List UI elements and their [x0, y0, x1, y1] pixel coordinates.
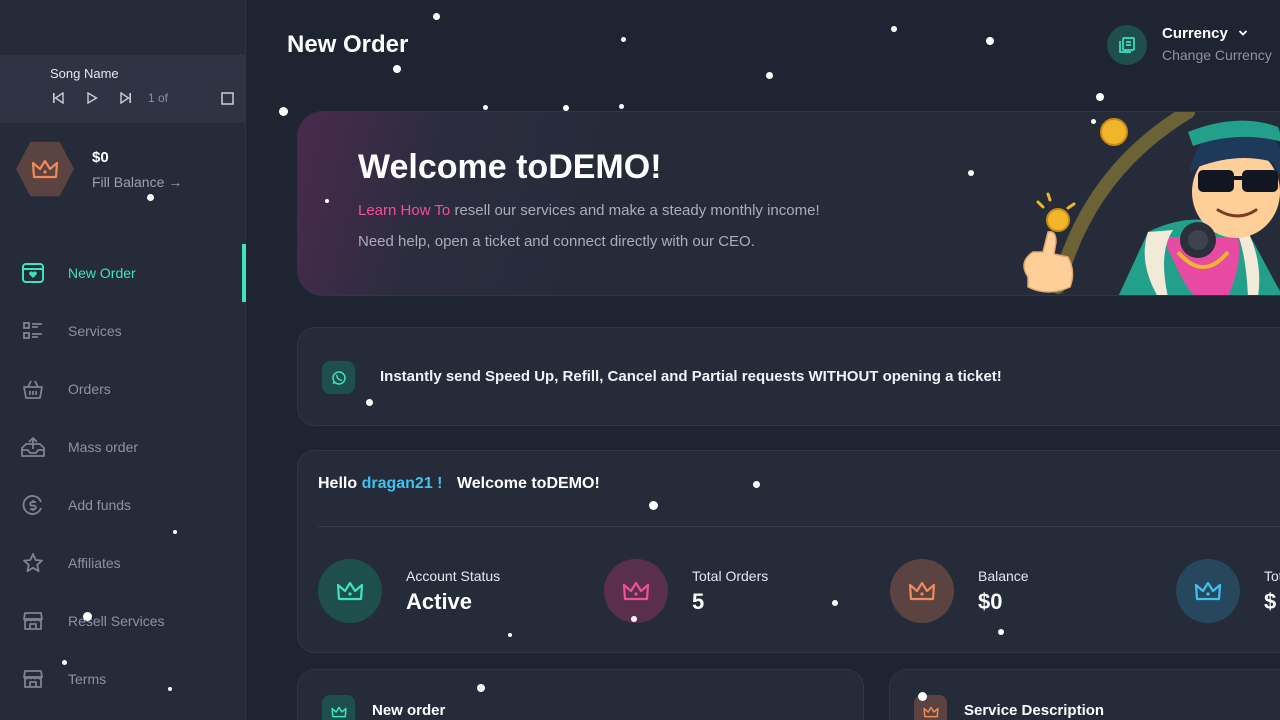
learn-how-to-link[interactable]: Learn How To: [358, 202, 450, 219]
snowflake: [891, 26, 897, 32]
stats-panel: Hello dragan21 ! Welcome toDEMO! Account…: [297, 450, 1280, 653]
sidebar-item-label: Resell Services: [68, 613, 165, 629]
crown-icon: [604, 559, 668, 623]
sidebar-item-label: New Order: [68, 265, 136, 281]
play-icon[interactable]: [84, 90, 100, 106]
stat-value: $0: [978, 589, 1003, 614]
store-icon: [20, 666, 46, 692]
dollar-circle-icon: [20, 492, 46, 518]
snowflake: [279, 107, 288, 116]
crown-icon: [318, 559, 382, 623]
stat-value: 5: [692, 589, 705, 614]
snowflake: [1096, 93, 1104, 101]
snowflake: [619, 104, 624, 109]
welcome-line: Learn How To resell our services and mak…: [358, 202, 820, 219]
snowflake: [986, 37, 994, 45]
mascot-illustration: [1023, 112, 1280, 295]
sidebar-item-label: Orders: [68, 381, 111, 397]
stat-account-status: Account Status Active: [318, 559, 598, 625]
track-position: 1 of: [148, 91, 169, 105]
sidebar-item-add-funds[interactable]: Add funds: [0, 476, 246, 534]
crown-icon: [914, 695, 947, 720]
sidebar-item-label: Affiliates: [68, 555, 121, 571]
hello-greeting: Hello dragan21 ! Welcome toDEMO!: [318, 475, 600, 492]
stat-value: Active: [406, 589, 473, 614]
sidebar-item-label: Terms: [68, 671, 107, 687]
welcome-help-text: Need help, open a ticket and connect dir…: [358, 233, 755, 250]
snowflake: [483, 105, 488, 110]
stat-balance: Balance $0: [890, 559, 1170, 625]
stat-total-orders: Total Orders 5: [604, 559, 884, 625]
store-icon: [20, 608, 46, 634]
divider: [318, 526, 1280, 527]
stat-label: Balance: [978, 568, 1029, 584]
welcome-title: Welcome toDEMO!: [358, 148, 662, 186]
balance-card: $0 Fill Balance →: [16, 140, 236, 200]
stat-label: Account Status: [406, 568, 501, 584]
sidebar: Song Name 1 of $0 Fill Balance → New Ord…: [0, 0, 246, 720]
info-strip-text: Instantly send Speed Up, Refill, Cancel …: [380, 368, 1002, 385]
list-icon: [20, 318, 46, 344]
stat-label: Tot: [1264, 568, 1280, 584]
currency-selector[interactable]: Currency Change Currency: [1107, 24, 1280, 68]
basket-icon: [20, 376, 46, 402]
info-strip: Instantly send Speed Up, Refill, Cancel …: [297, 327, 1280, 426]
sidebar-item-label: Add funds: [68, 497, 132, 513]
change-currency-label: Change Currency: [1162, 47, 1272, 63]
snowflake: [393, 65, 401, 73]
sidebar-item-terms[interactable]: Terms: [0, 650, 246, 708]
stat-value: $: [1264, 589, 1277, 614]
sidebar-item-label: Services: [68, 323, 122, 339]
stat-label: Total Orders: [692, 568, 769, 584]
sidebar-nav: New Order Services Orders Mass order Add…: [0, 244, 246, 708]
crown-icon: [1176, 559, 1240, 623]
snowflake: [766, 72, 773, 79]
star-icon: [20, 550, 46, 576]
stop-icon[interactable]: [219, 90, 235, 106]
sidebar-item-mass-order[interactable]: Mass order: [0, 418, 246, 476]
shop-heart-icon: [20, 260, 46, 286]
balance-amount: $0: [92, 149, 109, 166]
upload-tray-icon: [20, 434, 46, 460]
sidebar-item-orders[interactable]: Orders: [0, 360, 246, 418]
snowflake: [433, 13, 440, 20]
page-title: New Order: [287, 31, 409, 58]
stat-total-spent: Tot $: [1176, 559, 1280, 625]
crown-icon: [16, 141, 74, 197]
music-player: Song Name 1 of: [0, 55, 245, 123]
sidebar-item-resell-services[interactable]: Resell Services: [0, 592, 246, 650]
sidebar-item-services[interactable]: Services: [0, 302, 246, 360]
next-track-icon[interactable]: [118, 90, 134, 106]
username: dragan21 !: [361, 475, 443, 492]
previous-track-icon[interactable]: [50, 90, 66, 106]
service-description-card: Service Description: [889, 669, 1280, 720]
new-order-card: New order: [297, 669, 864, 720]
crown-icon: [322, 695, 355, 720]
crown-icon: [890, 559, 954, 623]
sidebar-item-affiliates[interactable]: Affiliates: [0, 534, 246, 592]
currency-title: Currency: [1162, 25, 1248, 42]
currency-notes-icon: [1107, 25, 1147, 65]
whatsapp-icon[interactable]: [322, 361, 355, 394]
song-name: Song Name: [50, 66, 119, 81]
fill-balance-link[interactable]: Fill Balance →: [92, 174, 182, 190]
service-description-title: Service Description: [964, 702, 1105, 719]
chevron-down-icon: [1238, 30, 1248, 36]
welcome-banner: Welcome toDEMO! Learn How To resell our …: [297, 111, 1280, 296]
sidebar-item-label: Mass order: [68, 439, 139, 455]
new-order-title: New order: [372, 702, 446, 719]
snowflake: [621, 37, 626, 42]
sidebar-item-new-order[interactable]: New Order: [0, 244, 246, 302]
